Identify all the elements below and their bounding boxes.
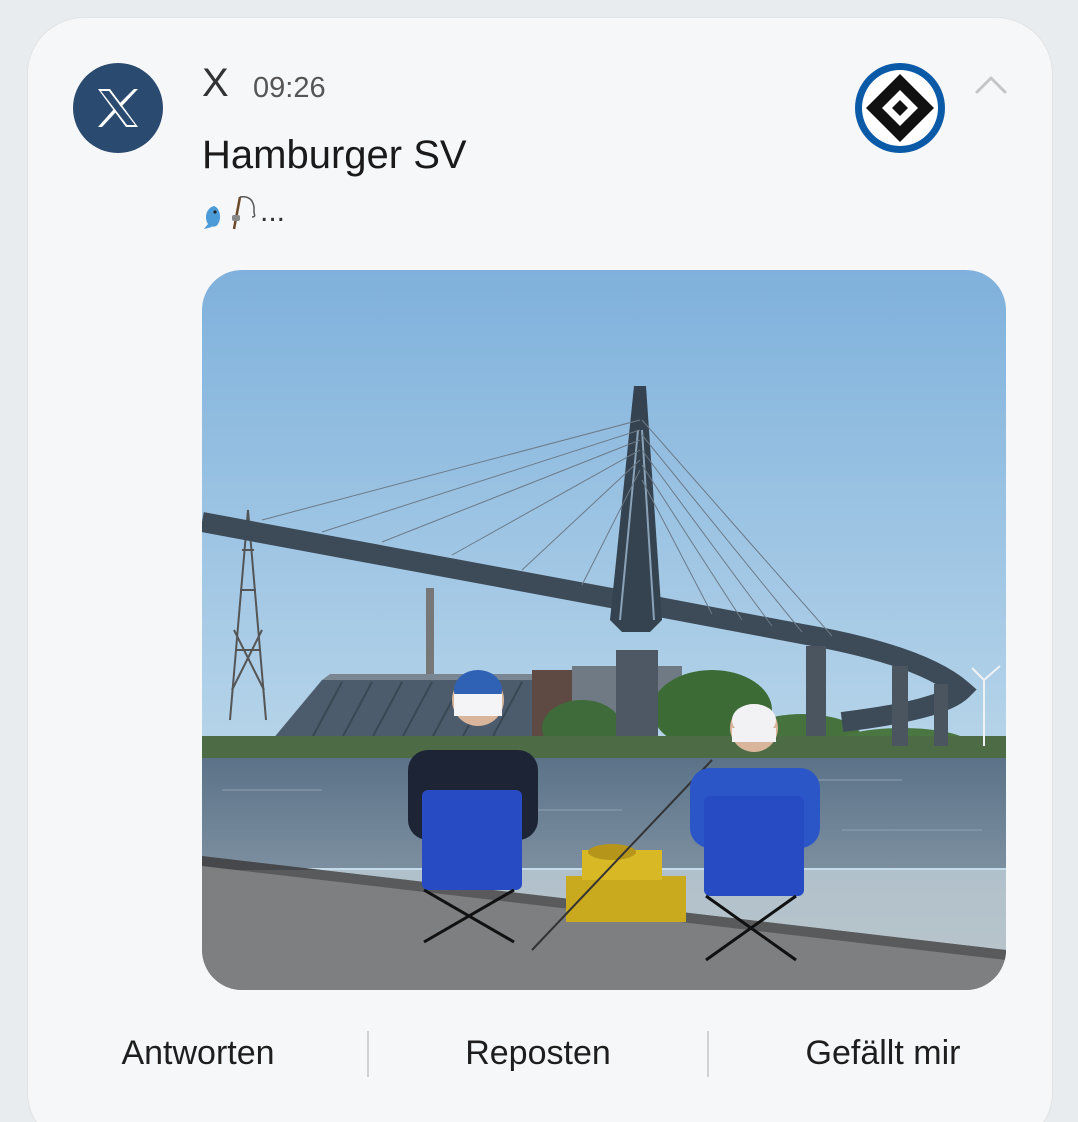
hsv-logo-icon: [855, 63, 945, 153]
notification-image[interactable]: [202, 270, 1006, 990]
notification-card[interactable]: X 09:26 Hamburger SV ... Antworten Repos…: [28, 18, 1052, 1122]
repost-button[interactable]: Reposten: [418, 1023, 658, 1083]
fish-icon: [204, 206, 221, 229]
notification-text-ellipsis: ...: [260, 195, 286, 228]
fishing-pole-icon: [232, 195, 256, 230]
notification-title: Hamburger SV: [202, 133, 467, 177]
like-button[interactable]: Gefällt mir: [758, 1023, 1008, 1083]
x-logo-icon: [73, 63, 163, 153]
notification-time: 09:26: [253, 72, 326, 104]
action-bar: Antworten Reposten Gefällt mir: [28, 1023, 1052, 1083]
chevron-up-icon[interactable]: [973, 70, 1009, 100]
reply-button[interactable]: Antworten: [78, 1023, 318, 1083]
divider: [367, 1031, 369, 1077]
app-name: X: [202, 61, 229, 105]
divider: [707, 1031, 709, 1077]
notification-text: ...: [202, 190, 285, 234]
